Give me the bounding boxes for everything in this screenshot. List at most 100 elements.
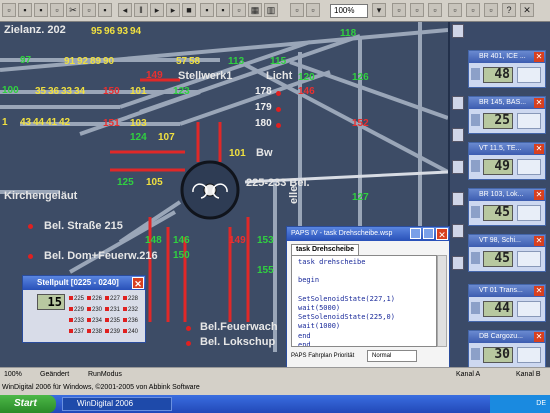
turnout-97[interactable]: 97 xyxy=(20,55,31,66)
loco-function-buttons[interactable] xyxy=(517,67,541,83)
grid-icon[interactable]: ▦ xyxy=(248,3,262,17)
tool-h-icon[interactable]: ▫ xyxy=(484,3,498,17)
stop-icon[interactable]: ■ xyxy=(182,3,196,17)
turnout-153[interactable]: 153 xyxy=(257,235,274,246)
turnout-146[interactable]: 146 xyxy=(298,86,315,97)
stellpult-button-238[interactable]: 238 xyxy=(87,327,105,337)
turnout-89[interactable]: 89 xyxy=(90,56,101,67)
turnout-113[interactable]: 113 xyxy=(228,56,244,67)
panel-item-f[interactable] xyxy=(452,256,464,270)
bars-icon[interactable]: ▥ xyxy=(264,3,278,17)
paste-icon[interactable]: ▪ xyxy=(98,3,112,17)
turnout-150[interactable]: 150 xyxy=(103,86,120,97)
turnout-152[interactable]: 152 xyxy=(352,118,369,129)
stellpult-button-237[interactable]: 237 xyxy=(69,327,87,337)
turnout-57[interactable]: 57 xyxy=(176,56,187,67)
close-icon[interactable]: ✕ xyxy=(534,286,544,296)
turnout-124[interactable]: 124 xyxy=(130,132,147,143)
panel-item-a[interactable] xyxy=(452,96,464,110)
loco-control[interactable]: VT 98, Schi... ✕ 45 xyxy=(468,234,546,272)
tool-c-icon[interactable]: ▫ xyxy=(392,3,406,17)
close-icon[interactable]: ✕ xyxy=(534,332,544,342)
turnout-148[interactable]: 148 xyxy=(145,235,162,246)
priority-select[interactable]: Normal xyxy=(367,350,417,362)
stellpult-button-233[interactable]: 233 xyxy=(69,316,87,326)
close-icon[interactable]: ✕ xyxy=(132,277,144,289)
stellpult-button-230[interactable]: 230 xyxy=(87,305,105,315)
turnout-93[interactable]: 93 xyxy=(117,26,128,37)
close-icon[interactable]: ✕ xyxy=(534,98,544,108)
stellpult-button-232[interactable]: 232 xyxy=(123,305,141,315)
turnout-100[interactable]: 100 xyxy=(2,85,19,96)
turnout-151[interactable]: 151 xyxy=(103,118,120,129)
turnout-1[interactable]: 1 xyxy=(2,117,8,128)
rewind-icon[interactable]: ◂ xyxy=(118,3,132,17)
tool-i-icon[interactable]: ✕ xyxy=(520,3,534,17)
train-icon[interactable]: ▫ xyxy=(232,3,246,17)
stellpult-button-236[interactable]: 236 xyxy=(123,316,141,326)
loco-function-buttons[interactable] xyxy=(517,347,541,363)
turnout-41[interactable]: 41 xyxy=(46,117,57,128)
print-icon[interactable]: ▫ xyxy=(50,3,64,17)
light-179[interactable]: 179 xyxy=(255,102,272,113)
turnout-44[interactable]: 44 xyxy=(33,117,44,128)
taskbar-item-windigital[interactable]: WinDigital 2006 xyxy=(62,397,172,411)
tool-g-icon[interactable]: ▫ xyxy=(466,3,480,17)
turnout-35[interactable]: 35 xyxy=(35,86,46,97)
loco-control[interactable]: BR 401, ICE ... ✕ 48 xyxy=(468,50,546,88)
tab-task-drehscheibe[interactable]: task Drehscheibe xyxy=(291,244,359,255)
turnout-150-b[interactable]: 150 xyxy=(173,250,190,261)
script-editor[interactable]: task drehscheibe begin SetSolenoidState(… xyxy=(291,255,437,347)
start-button[interactable]: Start xyxy=(0,395,56,413)
panel-scroll-up[interactable] xyxy=(452,24,464,38)
panel-item-e[interactable] xyxy=(452,224,464,238)
turnout-146-b[interactable]: 146 xyxy=(173,235,190,246)
turnout-101[interactable]: 101 xyxy=(130,86,147,97)
stellpult-button-228[interactable]: 228 xyxy=(123,294,141,304)
turnout-120[interactable]: 120 xyxy=(298,72,315,83)
turnout-107[interactable]: 107 xyxy=(158,132,175,143)
play-icon[interactable]: ▸ xyxy=(150,3,164,17)
turnout-149-b[interactable]: 149 xyxy=(229,235,246,246)
turnout-95[interactable]: 95 xyxy=(91,26,102,37)
loco-control[interactable]: VT 11.5, TE... ✕ 49 xyxy=(468,142,546,180)
stellpult-button-235[interactable]: 235 xyxy=(105,316,123,326)
loco-control[interactable]: VT 01 Trans... ✕ 44 xyxy=(468,284,546,322)
help-icon[interactable]: ? xyxy=(502,3,516,17)
turnout-43[interactable]: 43 xyxy=(20,117,31,128)
close-icon[interactable]: ✕ xyxy=(534,52,544,62)
turnout-96[interactable]: 96 xyxy=(104,26,115,37)
loco-icon[interactable]: ▪ xyxy=(216,3,230,17)
turnout-92[interactable]: 92 xyxy=(77,56,88,67)
zoom-select[interactable]: 100% xyxy=(330,4,368,18)
loco-function-buttons[interactable] xyxy=(517,113,541,129)
turnout-91[interactable]: 91 xyxy=(64,56,75,67)
stellpult-button-239[interactable]: 239 xyxy=(105,327,123,337)
turnout-94[interactable]: 94 xyxy=(130,26,141,37)
tool-f-icon[interactable]: ▫ xyxy=(448,3,462,17)
loco-function-buttons[interactable] xyxy=(517,301,541,317)
close-icon[interactable]: ✕ xyxy=(436,228,448,240)
stellpult-button-240[interactable]: 240 xyxy=(123,327,141,337)
copy-icon[interactable]: ▫ xyxy=(82,3,96,17)
maximize-icon[interactable] xyxy=(423,228,434,239)
turnout-125[interactable]: 125 xyxy=(117,177,134,188)
save-icon[interactable]: ▪ xyxy=(34,3,48,17)
lock-icon[interactable]: ▪ xyxy=(200,3,214,17)
turnout-42[interactable]: 42 xyxy=(59,117,70,128)
turnout-127[interactable]: 127 xyxy=(352,192,369,203)
close-icon[interactable]: ✕ xyxy=(534,190,544,200)
stellpult-button-234[interactable]: 234 xyxy=(87,316,105,326)
stellpult-button-225[interactable]: 225 xyxy=(69,294,87,304)
minimize-icon[interactable] xyxy=(410,228,421,239)
panel-item-c[interactable] xyxy=(452,160,464,174)
stellpult-button-231[interactable]: 231 xyxy=(105,305,123,315)
tool-e-icon[interactable]: ▫ xyxy=(428,3,442,17)
loco-control[interactable]: BR 145, BAS... ✕ 25 xyxy=(468,96,546,134)
turnout-103[interactable]: 103 xyxy=(130,118,147,129)
tool-b-icon[interactable]: ▫ xyxy=(306,3,320,17)
turnout-33[interactable]: 33 xyxy=(61,86,72,97)
pause-icon[interactable]: ‖ xyxy=(134,3,148,17)
light-178[interactable]: 178 xyxy=(255,86,272,97)
cut-icon[interactable]: ✂ xyxy=(66,3,80,17)
